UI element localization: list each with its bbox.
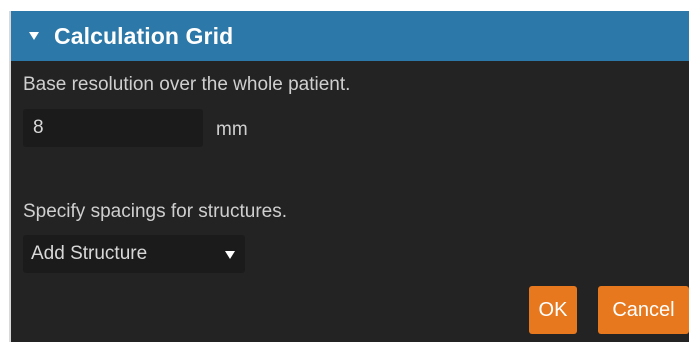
add-structure-dropdown[interactable]: Add Structure [23, 235, 245, 273]
cancel-button[interactable]: Cancel [598, 286, 689, 334]
screen: Calculation Grid Base resolution over th… [0, 0, 689, 342]
panel-header[interactable]: Calculation Grid [11, 11, 689, 61]
chevron-down-icon [225, 251, 235, 259]
structure-spacing-label: Specify spacings for structures. [23, 201, 287, 222]
collapse-triangle-icon[interactable] [29, 32, 39, 40]
base-resolution-input[interactable] [23, 109, 203, 147]
base-resolution-label: Base resolution over the whole patient. [23, 74, 351, 95]
panel-title: Calculation Grid [54, 22, 234, 49]
calculation-grid-panel: Calculation Grid Base resolution over th… [9, 11, 689, 342]
add-structure-label: Add Structure [31, 243, 148, 264]
ok-button[interactable]: OK [529, 286, 577, 334]
resolution-unit-label: mm [216, 119, 248, 140]
